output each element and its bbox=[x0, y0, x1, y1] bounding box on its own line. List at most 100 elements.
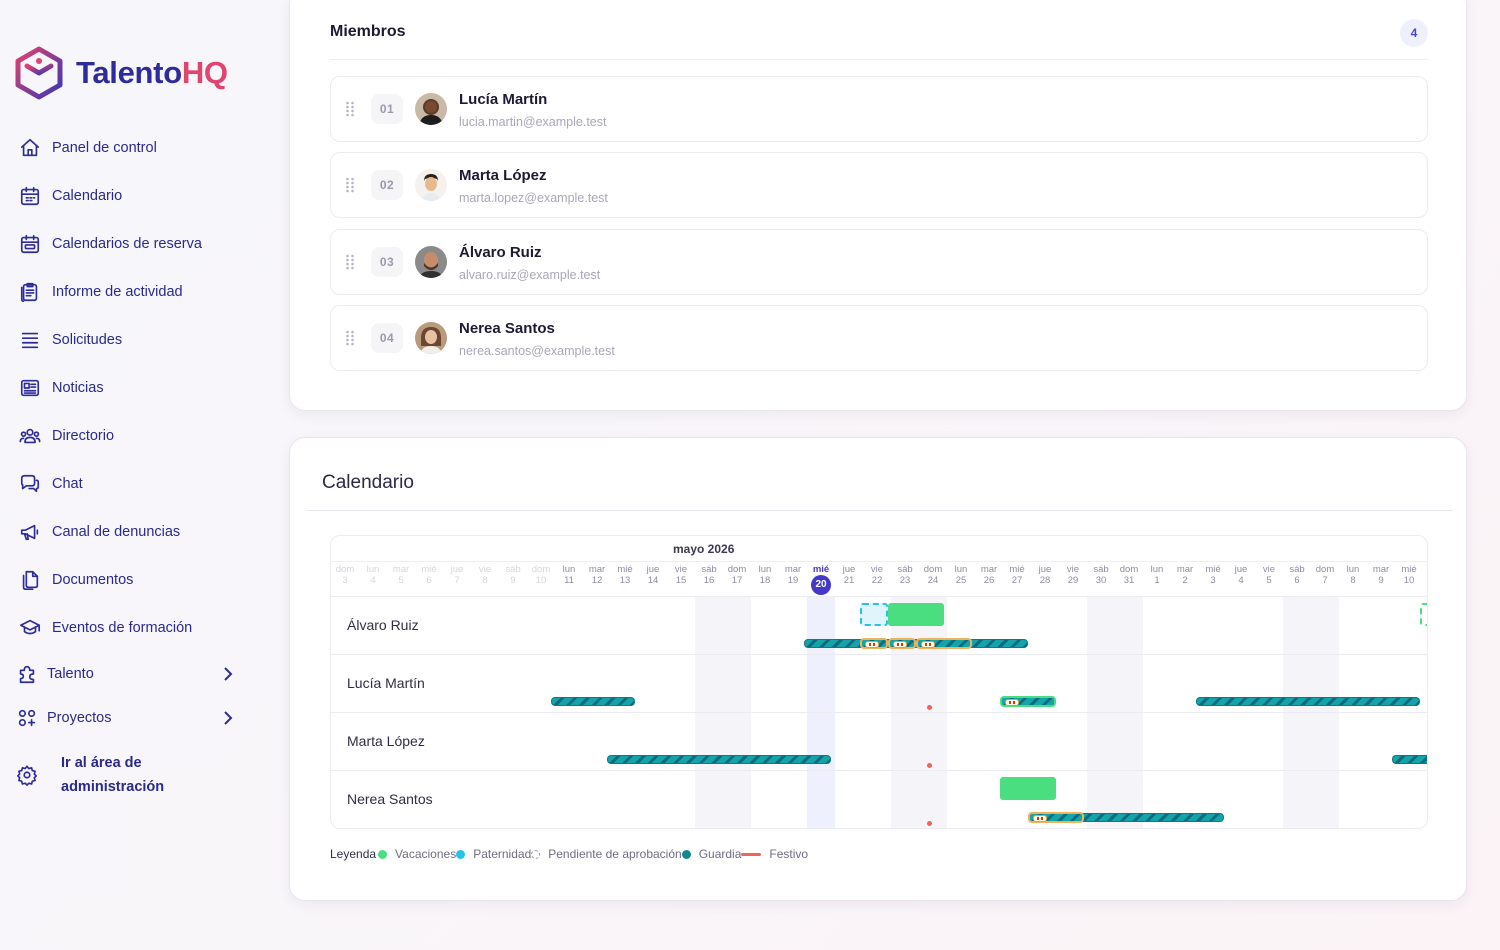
weekday-label: mar bbox=[392, 564, 410, 575]
sidebar-item-solicitudes[interactable]: Solicitudes bbox=[18, 324, 122, 356]
day-header[interactable]: vie 22 bbox=[863, 564, 891, 586]
day-header[interactable]: lun 25 bbox=[947, 564, 975, 586]
day-header[interactable]: dom 7 bbox=[1311, 564, 1339, 586]
list-icon bbox=[18, 328, 42, 352]
day-header[interactable]: mar 2 bbox=[1171, 564, 1199, 586]
day-header[interactable]: lun 1 bbox=[1143, 564, 1171, 586]
drag-handle-icon[interactable] bbox=[345, 254, 355, 270]
member-row[interactable]: 01 Lucía Martín lucia.martin@example.tes… bbox=[330, 76, 1428, 142]
guard-pending-event[interactable] bbox=[1028, 812, 1084, 823]
day-header[interactable]: dom 24 bbox=[919, 564, 947, 586]
day-header[interactable]: sáb 16 bbox=[695, 564, 723, 586]
row-name[interactable]: Marta López bbox=[347, 733, 425, 749]
row-name[interactable]: Lucía Martín bbox=[347, 675, 425, 691]
day-header[interactable]: mié 3 bbox=[1199, 564, 1227, 586]
weekday-label: mié bbox=[617, 564, 633, 575]
guard-pending-event[interactable] bbox=[860, 638, 888, 649]
weekend-column bbox=[1087, 597, 1115, 828]
sidebar-item-chat[interactable]: Chat bbox=[18, 468, 83, 500]
day-header[interactable]: dom 31 bbox=[1115, 564, 1143, 586]
weekday-label: lun bbox=[562, 564, 576, 575]
day-header[interactable]: vie 5 bbox=[1255, 564, 1283, 586]
sidebar-item-documentos[interactable]: Documentos bbox=[18, 564, 133, 596]
sidebar-item-label: Canal de denuncias bbox=[52, 524, 181, 540]
vacation-event[interactable] bbox=[1000, 777, 1056, 800]
day-header[interactable]: jue 21 bbox=[835, 564, 863, 586]
day-header[interactable]: sáb 6 bbox=[1283, 564, 1311, 586]
day-header[interactable]: sáb 23 bbox=[891, 564, 919, 586]
guard-pending-event[interactable] bbox=[916, 638, 972, 649]
vacation-pending-event[interactable] bbox=[1420, 603, 1427, 626]
row-name[interactable]: Nerea Santos bbox=[347, 791, 433, 807]
day-header[interactable]: jue 7 bbox=[443, 564, 471, 586]
day-header[interactable]: vie 15 bbox=[667, 564, 695, 586]
guard-event[interactable] bbox=[551, 697, 635, 706]
member-row[interactable]: 04 Nerea Santos nerea.santos@example.tes… bbox=[330, 305, 1428, 371]
row-name[interactable]: Álvaro Ruiz bbox=[347, 617, 419, 633]
weekday-label: lun bbox=[954, 564, 968, 575]
day-header[interactable]: lun 4 bbox=[359, 564, 387, 586]
day-header[interactable]: dom 17 bbox=[723, 564, 751, 586]
member-row[interactable]: 03 Álvaro Ruiz alvaro.ruiz@example.test bbox=[330, 229, 1428, 295]
day-header[interactable]: mar 5 bbox=[387, 564, 415, 586]
day-header[interactable]: mar 26 bbox=[975, 564, 1003, 586]
day-header[interactable]: sáb 9 bbox=[499, 564, 527, 586]
day-header[interactable]: mar 19 bbox=[779, 564, 807, 586]
sidebar-item-talento[interactable]: Talento bbox=[15, 658, 245, 690]
member-row[interactable]: 02 Marta López marta.lopez@example.test bbox=[330, 152, 1428, 218]
day-header[interactable]: mié 10 bbox=[1395, 564, 1423, 586]
day-header[interactable]: vie 8 bbox=[471, 564, 499, 586]
drag-handle-icon[interactable] bbox=[345, 177, 355, 193]
day-number: 8 bbox=[1350, 575, 1356, 586]
drag-handle-icon[interactable] bbox=[345, 101, 355, 117]
day-header[interactable]: mar 9 bbox=[1367, 564, 1395, 586]
day-header[interactable]: lun 8 bbox=[1339, 564, 1367, 586]
legend-swatch bbox=[378, 849, 388, 859]
guard-event[interactable] bbox=[607, 755, 831, 764]
guard-vacation-event[interactable] bbox=[1000, 696, 1056, 707]
day-number: 15 bbox=[675, 575, 687, 586]
weekday-label: dom bbox=[1315, 564, 1335, 575]
sidebar-item-calendarios-de-reserva[interactable]: Calendarios de reserva bbox=[18, 228, 202, 260]
sidebar-admin-link[interactable]: Ir al área de administración bbox=[15, 750, 164, 800]
sidebar-item-proyectos[interactable]: Proyectos bbox=[15, 702, 245, 734]
sidebar-item-noticias[interactable]: Noticias bbox=[18, 372, 104, 404]
paternity-pending-event[interactable] bbox=[860, 603, 888, 626]
brand-logo[interactable]: TalentoHQ bbox=[14, 46, 228, 100]
day-header[interactable]: jue 28 bbox=[1031, 564, 1059, 586]
day-header[interactable]: sáb 30 bbox=[1087, 564, 1115, 586]
sidebar-item-eventos-de-formacion[interactable]: Eventos de formación bbox=[18, 612, 192, 644]
avatar bbox=[415, 322, 447, 354]
guard-event[interactable] bbox=[1392, 755, 1427, 764]
drag-handle-icon[interactable] bbox=[345, 330, 355, 346]
day-header[interactable]: vie 29 bbox=[1059, 564, 1087, 586]
day-header[interactable]: mié 6 bbox=[415, 564, 443, 586]
day-header[interactable]: mar 12 bbox=[583, 564, 611, 586]
day-number: 26 bbox=[983, 575, 995, 586]
day-header[interactable]: jue 14 bbox=[639, 564, 667, 586]
day-number: 9 bbox=[510, 575, 516, 586]
chevron-right-icon bbox=[218, 664, 238, 684]
sidebar-item-canal-de-denuncias[interactable]: Canal de denuncias bbox=[18, 516, 180, 548]
guard-event[interactable] bbox=[1196, 697, 1420, 706]
day-number: 11 bbox=[564, 575, 574, 586]
guard-pending-event[interactable] bbox=[888, 638, 916, 649]
day-header[interactable]: mié 20 bbox=[807, 564, 835, 595]
weekday-label: jue bbox=[450, 564, 464, 575]
day-header[interactable]: lun 18 bbox=[751, 564, 779, 586]
sidebar-item-calendario[interactable]: Calendario bbox=[18, 180, 122, 212]
day-number: 5 bbox=[1266, 575, 1272, 586]
sidebar-item-informe-de-actividad[interactable]: Informe de actividad bbox=[18, 276, 183, 308]
sidebar-item-directorio[interactable]: Directorio bbox=[18, 420, 114, 452]
day-number: 18 bbox=[759, 575, 771, 586]
day-header[interactable]: lun 11 bbox=[555, 564, 583, 586]
sidebar-item-panel-de-control[interactable]: Panel de control bbox=[18, 132, 157, 164]
day-number: 16 bbox=[703, 575, 715, 586]
vacation-event[interactable] bbox=[888, 603, 944, 626]
day-header[interactable]: jue 4 bbox=[1227, 564, 1255, 586]
day-header[interactable]: mié 13 bbox=[611, 564, 639, 586]
day-header[interactable]: mié 27 bbox=[1003, 564, 1031, 586]
legend-title: Leyenda bbox=[330, 847, 377, 861]
day-header[interactable]: dom 10 bbox=[527, 564, 555, 586]
day-header[interactable]: dom 3 bbox=[331, 564, 359, 586]
